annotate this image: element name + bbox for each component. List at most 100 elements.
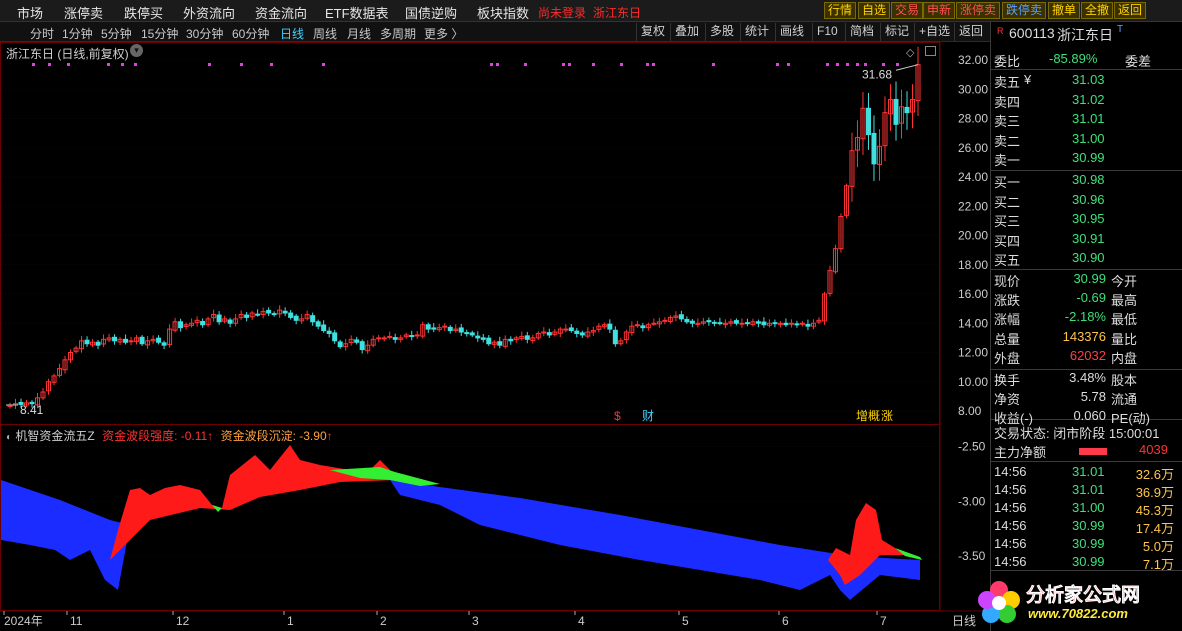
candle-body [288,312,294,318]
candle-body [156,337,162,343]
ask-price-3[interactable]: 31.00 [1072,131,1105,146]
event-dot [592,63,595,66]
indicator-name[interactable]: 机智资金流五Z [15,429,94,443]
weibi-label: 委比 [994,54,1021,69]
candle-body [178,321,184,329]
quick-button-5[interactable]: 跌停卖 [1002,2,1047,19]
stat-value-0: 30.99 [1073,271,1106,286]
y-tick-label: 14.00 [958,316,988,330]
candle-body [315,321,321,327]
event-marker[interactable]: 概 [868,409,880,423]
stock-name: 浙江东日 [1057,27,1113,43]
chevron-down-icon[interactable]: ▾ [130,44,143,57]
strength-arrow: ↑ [207,429,214,443]
y-tick-label: 20.00 [958,229,988,243]
kline-chart[interactable]: 32.0030.0028.0026.0024.0022.0020.0018.00… [0,0,990,631]
candle-body [893,98,899,125]
tick-time-3: 14:56 [994,518,1027,533]
bid-label-3: 买四 [994,233,1021,249]
event-dot [712,63,715,66]
window-toggle-icon[interactable] [925,46,936,56]
watermark: 分析家公式网 www.70822.com [972,574,1182,631]
candle-body [139,336,145,345]
event-dot [67,63,70,66]
candle-body [458,327,464,333]
y-tick-label: 8.00 [958,404,982,418]
quick-button-7[interactable]: 全撤 [1081,2,1114,19]
ask-price-4[interactable]: 30.99 [1072,150,1105,165]
ask-label-1: 卖四 [994,94,1021,110]
high-label: 31.68 [862,68,892,82]
diamond-icon[interactable]: ◇ [906,46,914,59]
tick-time-0: 14:56 [994,464,1027,479]
candle-body [744,322,750,325]
strength-value: -0.11 [180,429,208,443]
candle-body [84,339,90,345]
y-tick-label: 10.00 [958,375,988,389]
candle-body [128,340,134,343]
ask-label-0: 卖五 [994,75,1021,90]
y-tick-label: 24.00 [958,170,988,184]
tick-volume-3: 17.4万 [1135,521,1174,536]
ask-price-1[interactable]: 31.02 [1072,92,1105,107]
stat-label-2: 涨幅 [994,312,1021,328]
fund-area-blue-2 [390,480,920,600]
candle-body [904,106,910,114]
tick-price-0: 31.01 [1072,464,1105,479]
event-dot [652,63,655,66]
panel-separator [991,69,1182,70]
event-dot [896,63,899,66]
quick-button-8[interactable]: 返回 [1114,2,1147,19]
candle-body [431,327,437,330]
candle-body [227,319,233,324]
quick-button-6[interactable]: 撤单 [1048,2,1081,19]
event-marker[interactable]: 涨 [881,408,893,423]
tick-volume-0: 32.6万 [1135,467,1174,482]
candle-body [634,324,640,327]
event-dot [524,63,527,66]
bid-price-2[interactable]: 30.95 [1072,211,1105,226]
x-tick-label: 12 [176,614,190,628]
event-dot [32,63,35,66]
event-marker[interactable]: 增 [856,409,868,423]
y-tick-label: 22.00 [958,199,988,213]
bid-price-0[interactable]: 30.98 [1072,172,1105,187]
event-dot [776,63,779,66]
candle-body [640,325,646,329]
candle-body [711,321,717,324]
bid-price-4[interactable]: 30.90 [1072,250,1105,265]
tick-time-1: 14:56 [994,482,1027,497]
candle-body [761,321,767,326]
ask-price-2[interactable]: 31.01 [1072,111,1105,126]
event-dot [134,63,137,66]
candle-body [689,320,695,324]
tick-volume-4: 5.0万 [1142,539,1174,554]
candle-body [376,337,382,340]
event-dot [882,63,885,66]
candle-body [497,341,503,346]
event-marker[interactable]: $ [614,409,621,423]
indicator-gear-icon[interactable]: ◐ [6,432,12,443]
stat2-right-1: 流通 [1111,392,1138,408]
bid-price-3[interactable]: 30.91 [1072,231,1105,246]
bid-price-1[interactable]: 30.96 [1072,192,1105,207]
ask-label-2: 卖三 [994,114,1021,129]
candle-body [337,341,343,348]
x-tick-label: 2024年 [4,614,43,628]
candle-body [788,322,794,325]
candle-body [447,326,453,332]
y-tick-label: 26.00 [958,141,988,155]
event-dot [562,63,565,66]
candle-body [563,328,569,331]
low-label: 8.41 [20,403,44,417]
event-dot [568,63,571,66]
candle-body [255,313,261,316]
candle-body [486,337,492,345]
stock-suffix: T [1117,24,1124,35]
candle-body [359,341,365,351]
candle-body [310,315,316,323]
event-marker[interactable]: 财 [642,409,654,423]
tick-volume-5: 7.1万 [1142,557,1174,572]
candle-body [95,341,101,346]
ask-price-0[interactable]: 31.03 [1072,72,1105,87]
